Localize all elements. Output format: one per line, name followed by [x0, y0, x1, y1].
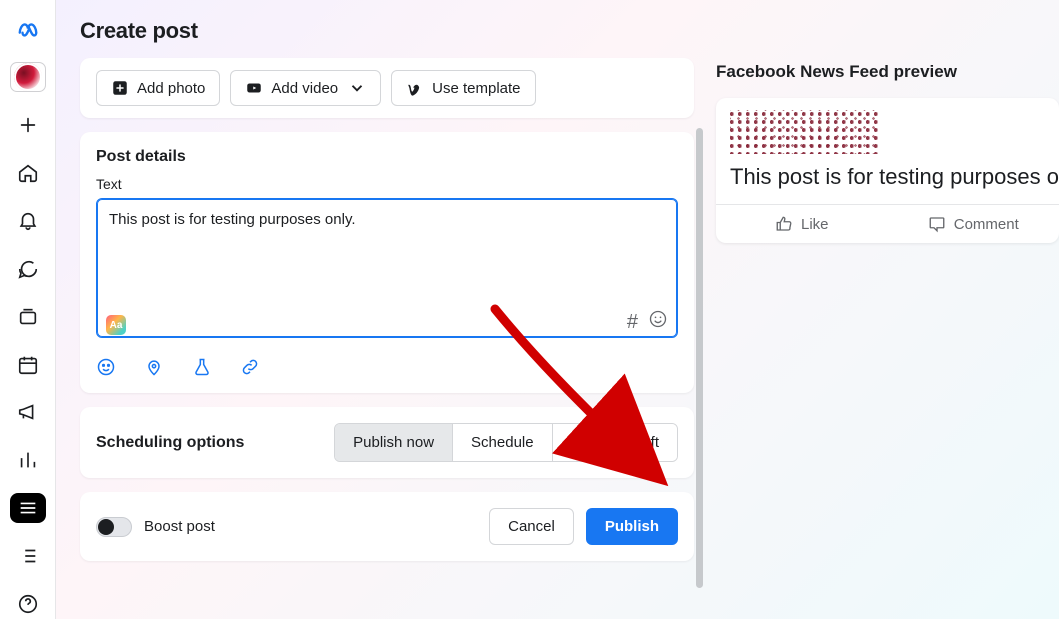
location-button[interactable]	[144, 357, 164, 377]
media-card: Add photo Add video Use template	[80, 58, 694, 118]
post-text-input[interactable]	[96, 198, 678, 338]
post-tools-row	[96, 357, 678, 377]
vimeo-icon	[406, 79, 424, 97]
scheduling-segmented: Publish now Schedule Save as draft	[334, 423, 678, 462]
bell-icon	[17, 210, 39, 232]
publish-button[interactable]: Publish	[586, 508, 678, 545]
nav-content[interactable]	[10, 302, 46, 332]
schedule-option[interactable]: Schedule	[453, 424, 553, 461]
preview-actions: Like Comment	[716, 204, 1059, 243]
nav-create[interactable]	[10, 110, 46, 140]
home-icon	[17, 162, 39, 184]
add-video-button[interactable]: Add video	[230, 70, 381, 106]
nav-todo[interactable]	[10, 541, 46, 571]
link-button[interactable]	[240, 357, 260, 377]
meta-icon	[17, 18, 39, 40]
hashtag-button[interactable]: #	[627, 311, 638, 334]
footer-actions: Cancel Publish	[489, 508, 678, 545]
thumbs-up-icon	[775, 215, 793, 233]
publish-now-option[interactable]: Publish now	[335, 424, 453, 461]
nav-planner[interactable]	[10, 350, 46, 380]
cancel-button[interactable]: Cancel	[489, 508, 574, 545]
preview-comment-button[interactable]: Comment	[888, 205, 1059, 243]
post-details-card: Post details Text Aa #	[80, 132, 694, 393]
text-style-button[interactable]: Aa	[106, 315, 126, 335]
preview-like-label: Like	[801, 216, 829, 233]
nav-inbox[interactable]	[10, 254, 46, 284]
post-details-title: Post details	[96, 148, 678, 166]
preview-title: Facebook News Feed preview	[716, 62, 1059, 82]
page-title: Create post	[80, 18, 1059, 44]
preview-comment-label: Comment	[954, 216, 1019, 233]
emoji-icon	[96, 357, 116, 377]
menu-icon	[17, 497, 39, 519]
avatar-image	[14, 63, 42, 91]
nav-notifications[interactable]	[10, 206, 46, 236]
page-avatar[interactable]	[10, 62, 46, 92]
toggle-knob	[98, 519, 114, 535]
stack-icon	[17, 306, 39, 328]
main-area: Create post Add photo Add video Use temp…	[56, 0, 1059, 619]
calendar-icon	[17, 354, 39, 376]
textarea-wrap: Aa #	[96, 198, 678, 343]
plus-icon	[17, 114, 39, 136]
nav-ads[interactable]	[10, 397, 46, 427]
save-draft-option[interactable]: Save as draft	[553, 424, 677, 461]
beaker-icon	[192, 357, 212, 377]
work-row: Add photo Add video Use template Post de…	[80, 58, 1059, 601]
scrollbar[interactable]	[696, 128, 703, 588]
video-icon	[245, 79, 263, 97]
chevron-down-icon	[348, 79, 366, 97]
nav-insights[interactable]	[10, 445, 46, 475]
use-template-label: Use template	[432, 80, 520, 97]
preview-like-button[interactable]: Like	[716, 205, 888, 243]
preview-card: This post is for testing purposes o Like…	[716, 98, 1059, 243]
nav-help[interactable]	[10, 589, 46, 619]
list-icon	[17, 545, 39, 567]
add-photo-button[interactable]: Add photo	[96, 70, 220, 106]
add-video-label: Add video	[271, 80, 338, 97]
location-icon	[144, 357, 164, 377]
textarea-left-tools: Aa	[106, 315, 126, 335]
boost-toggle[interactable]	[96, 517, 132, 537]
smile-icon	[648, 309, 668, 329]
use-template-button[interactable]: Use template	[391, 70, 535, 106]
ab-test-button[interactable]	[192, 357, 212, 377]
footer-card: Boost post Cancel Publish	[80, 492, 694, 561]
text-field-label: Text	[96, 176, 678, 192]
preview-post-text: This post is for testing purposes o	[716, 158, 1059, 204]
nav-home[interactable]	[10, 158, 46, 188]
add-photo-label: Add photo	[137, 80, 205, 97]
feeling-button[interactable]	[96, 357, 116, 377]
scheduling-card: Scheduling options Publish now Schedule …	[80, 407, 694, 478]
chat-icon	[17, 258, 39, 280]
scheduling-title: Scheduling options	[96, 434, 244, 452]
preview-avatar-image	[730, 110, 880, 154]
megaphone-icon	[17, 401, 39, 423]
preview-column: Facebook News Feed preview This post is …	[694, 58, 1059, 601]
left-rail	[0, 0, 56, 619]
bars-icon	[17, 449, 39, 471]
comment-icon	[928, 215, 946, 233]
photo-icon	[111, 79, 129, 97]
nav-all-tools[interactable]	[10, 493, 46, 523]
link-icon	[240, 357, 260, 377]
boost-label: Boost post	[144, 518, 215, 535]
help-icon	[17, 593, 39, 615]
composer-column: Add photo Add video Use template Post de…	[80, 58, 694, 601]
emoji-button[interactable]	[648, 309, 668, 335]
textarea-right-tools: #	[627, 309, 668, 335]
preview-header	[716, 98, 1059, 158]
boost-group: Boost post	[96, 517, 215, 537]
meta-logo[interactable]	[10, 14, 46, 44]
